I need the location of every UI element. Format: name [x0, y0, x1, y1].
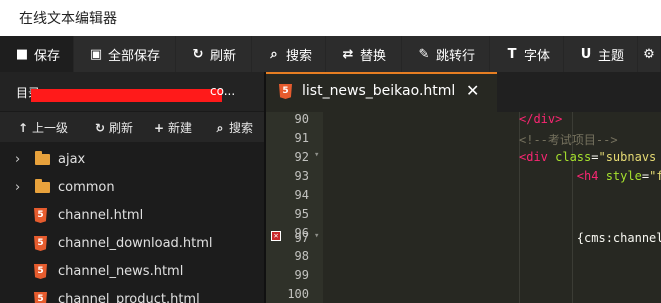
sidebar-search-label: 搜索 — [229, 121, 254, 135]
save-button[interactable]: ■ 保存 — [0, 36, 74, 72]
font-button[interactable]: T 字体 — [490, 36, 564, 72]
code-line: 91 <!--考试项目--> — [266, 131, 661, 150]
tree-file-channel-product[interactable]: 5 channel_product.html — [0, 286, 264, 303]
tab-list-news-beikao[interactable]: 5 list_news_beikao.html ✕ — [266, 72, 497, 112]
parent-dir-label: 上一级 — [32, 121, 69, 135]
app-title: 在线文本编辑器 — [19, 11, 117, 27]
code-line: ✕ 97 ▾ {cms:channel — [266, 227, 661, 246]
sidebar-refresh-label: 刷新 — [109, 121, 134, 135]
title-bar: 在线文本编辑器 — [0, 0, 661, 36]
arrow-up-icon: ↑ — [17, 121, 29, 135]
line-number: 93 — [294, 169, 309, 183]
code-line: 94 — [266, 188, 661, 207]
directory-path: 目录： co... — [0, 72, 264, 112]
tree-item-label: common — [58, 180, 115, 195]
folder-icon — [35, 179, 50, 193]
html5-icon: 5 — [34, 236, 47, 251]
file-sidebar: 目录： co... ↑上一级 ↻刷新 +新建 ⌕ 搜索 › ajax › comm… — [0, 72, 264, 303]
html5-icon: 5 — [34, 208, 47, 223]
replace-icon: ⇄ — [342, 46, 354, 62]
theme-button[interactable]: U 主题 — [564, 36, 638, 72]
replace-button[interactable]: ⇄ 替换 — [326, 36, 402, 72]
tree-folder-common[interactable]: › common — [0, 174, 264, 202]
line-number: 92 — [294, 150, 309, 164]
line-number: 94 — [294, 188, 309, 202]
save-all-label: 全部保存 — [108, 48, 161, 64]
redacted-path — [31, 89, 222, 102]
line-number: 90 — [294, 112, 309, 126]
theme-icon: U — [580, 46, 592, 62]
code-text: <div class="subnavs — [519, 150, 657, 164]
line-number: 98 — [294, 249, 309, 263]
new-file-button[interactable]: + 新建 — [152, 119, 192, 136]
line-number: 91 — [294, 131, 309, 145]
code-line: 93 <h4 style="f — [266, 169, 661, 188]
fold-arrow-icon[interactable]: ▾ — [314, 231, 319, 241]
code-text: <h4 style="f — [576, 169, 661, 183]
replace-label: 替换 — [360, 48, 387, 64]
tree-item-label: ajax — [58, 152, 86, 167]
search-label: 搜索 — [286, 48, 313, 64]
directory-path-tail: co... — [210, 84, 236, 98]
goto-line-icon: ✎ — [418, 46, 430, 62]
code-text: <!--考试项目--> — [519, 133, 618, 147]
tab-bar: 5 list_news_beikao.html ✕ — [266, 72, 661, 112]
tree-folder-ajax[interactable]: › ajax — [0, 146, 264, 174]
code-line: 100 — [266, 287, 661, 303]
refresh-icon: ↻ — [192, 46, 204, 62]
search-button[interactable]: ⌕ 搜索 — [252, 36, 326, 72]
code-editor[interactable]: 90 </div> 91 <!--考试项目--> 92 ▾ <div class… — [266, 112, 661, 303]
code-line: 98 — [266, 249, 661, 268]
line-number: 95 — [294, 207, 309, 221]
save-icon: ■ — [15, 46, 29, 62]
sidebar-refresh-button[interactable]: ↻ 刷新 — [93, 119, 133, 136]
chevron-right-icon[interactable]: › — [15, 180, 20, 195]
code-text: {cms:channel — [519, 231, 661, 245]
goto-line-button[interactable]: ✎ 跳转行 — [402, 36, 490, 72]
goto-line-label: 跳转行 — [436, 48, 476, 64]
close-icon[interactable]: ✕ — [466, 81, 479, 100]
font-label: 字体 — [524, 48, 551, 64]
font-icon: T — [507, 46, 517, 62]
html5-icon: 5 — [34, 292, 47, 303]
code-text: </div> — [519, 112, 563, 126]
settings-icon: ⚙ — [643, 46, 655, 62]
code-line: 95 — [266, 207, 661, 226]
tree-item-label: channel_product.html — [58, 292, 200, 303]
html5-icon: 5 — [279, 84, 292, 99]
tree-file-channel-download[interactable]: 5 channel_download.html — [0, 230, 264, 258]
tree-item-label: channel.html — [58, 208, 144, 223]
save-label: 保存 — [34, 48, 61, 64]
theme-label: 主题 — [598, 48, 625, 64]
code-line: 99 — [266, 268, 661, 287]
code-line: 90 </div> — [266, 112, 661, 131]
toolbar: ■ 保存 ▣ 全部保存 ↻ 刷新 ⌕ 搜索 ⇄ 替换 ✎ 跳转行 T 字体 U … — [0, 36, 661, 72]
tree-item-label: channel_news.html — [58, 264, 184, 279]
settings-button[interactable]: ⚙ — [638, 36, 661, 72]
tree-file-channel[interactable]: 5 channel.html — [0, 202, 264, 230]
save-all-icon: ▣ — [89, 46, 103, 62]
refresh-icon: ↻ — [94, 121, 106, 135]
new-file-label: 新建 — [168, 121, 193, 135]
refresh-button[interactable]: ↻ 刷新 — [176, 36, 252, 72]
line-number: 97 — [294, 231, 309, 245]
refresh-label: 刷新 — [210, 48, 237, 64]
search-icon: ⌕ — [270, 46, 278, 62]
sidebar-actions: ↑ 上一级 ↻ 刷新 + 新建 ⌕ 搜索 — [0, 112, 264, 142]
html5-icon: 5 — [34, 264, 47, 279]
fold-arrow-icon[interactable]: ▾ — [314, 150, 319, 160]
tab-label: list_news_beikao.html — [302, 83, 456, 99]
tree-file-channel-news[interactable]: 5 channel_news.html — [0, 258, 264, 286]
plus-icon: + — [153, 121, 165, 135]
parent-dir-button[interactable]: ↑ 上一级 — [16, 119, 68, 136]
sidebar-search-button[interactable]: ⌕ 搜索 — [213, 119, 253, 136]
tree-item-label: channel_download.html — [58, 236, 213, 251]
code-line: 92 ▾ <div class="subnavs — [266, 150, 661, 169]
search-icon: ⌕ — [216, 121, 224, 135]
save-all-button[interactable]: ▣ 全部保存 — [74, 36, 176, 72]
line-number: 100 — [287, 287, 309, 301]
folder-icon — [35, 151, 50, 165]
chevron-right-icon[interactable]: › — [15, 152, 20, 167]
line-number: 99 — [294, 268, 309, 282]
